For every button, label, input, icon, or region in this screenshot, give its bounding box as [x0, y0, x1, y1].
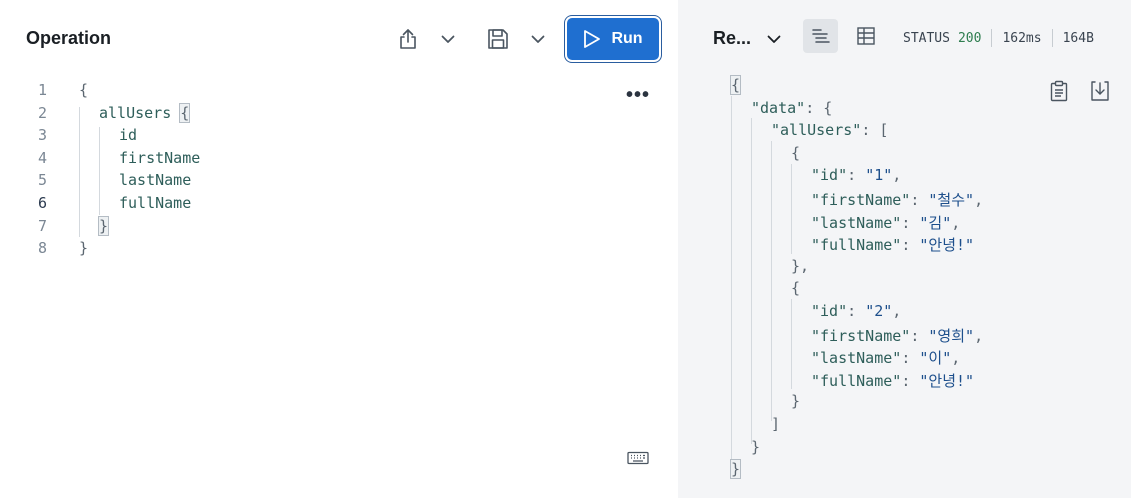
json-token: ]	[771, 414, 781, 433]
play-icon	[583, 29, 601, 49]
json-token: }	[729, 459, 742, 480]
json-line: }	[678, 390, 1131, 413]
text-view-icon[interactable]	[803, 19, 838, 53]
line-number: 5	[37, 171, 47, 190]
status-label: STATUS	[903, 30, 950, 46]
json-line: "firstName": "영희",	[678, 323, 1131, 346]
json-token: }	[751, 437, 761, 456]
json-line: "data": {	[678, 97, 1131, 120]
table-view-icon[interactable]	[848, 19, 883, 53]
response-panel: Re... STATUS 200 162ms 164B {"data": {…	[678, 0, 1131, 498]
json-line: {	[678, 142, 1131, 165]
json-line: {	[678, 277, 1131, 300]
json-token: "lastName": "김",	[811, 213, 961, 232]
status-code: 200	[957, 30, 982, 46]
line-number: 6	[37, 193, 47, 212]
response-title[interactable]: Re...	[713, 28, 751, 49]
code-text: allUsers {	[99, 102, 191, 123]
code-text: }	[79, 239, 89, 258]
save-icon[interactable]	[486, 27, 510, 51]
run-button[interactable]: Run	[567, 18, 659, 60]
json-line: },	[678, 255, 1131, 278]
json-token: "id": "2",	[811, 301, 902, 320]
json-line: "id": "1",	[678, 164, 1131, 187]
json-line: "id": "2",	[678, 300, 1131, 323]
code-text: }	[97, 215, 110, 236]
json-token: "data": {	[751, 98, 833, 117]
editor-line: 7 }	[0, 215, 678, 238]
editor-line: 2 allUsers {	[0, 102, 678, 125]
json-line: "lastName": "김",	[678, 210, 1131, 233]
code-text: {	[79, 81, 89, 99]
code-text: lastName	[119, 171, 192, 190]
response-dropdown-chevron-icon[interactable]	[764, 29, 784, 49]
json-token: "lastName": "이",	[811, 349, 961, 368]
line-number: 4	[37, 148, 47, 167]
json-token: "fullName": "안녕!"	[811, 371, 975, 390]
json-token: "fullName": "안녕!"	[811, 236, 975, 255]
json-line: "lastName": "이",	[678, 345, 1131, 368]
json-line: "allUsers": [	[678, 119, 1131, 142]
operation-editor[interactable]: 1 { 2 allUsers { 3 id 4 firstName 5 last…	[0, 79, 678, 260]
json-token: "allUsers": [	[771, 121, 889, 140]
line-number: 3	[37, 126, 47, 145]
json-token: {	[791, 279, 801, 298]
response-size: 164B	[1062, 30, 1094, 46]
run-button-label: Run	[611, 30, 643, 47]
json-line: }	[678, 436, 1131, 459]
line-number: 7	[37, 216, 47, 235]
json-line: "fullName": "안녕!"	[678, 232, 1131, 255]
json-token: "firstName": "철수",	[811, 190, 984, 209]
save-dropdown-chevron-icon[interactable]	[528, 29, 548, 49]
response-status: STATUS 200 162ms 164B	[903, 29, 1094, 47]
keyboard-icon[interactable]	[627, 451, 649, 470]
share-dropdown-chevron-icon[interactable]	[438, 29, 458, 49]
code-text: firstName	[119, 148, 201, 167]
json-token: "firstName": "영희",	[811, 326, 984, 345]
editor-line: 5 lastName	[0, 169, 678, 192]
line-number: 1	[37, 81, 47, 99]
editor-line: 3 id	[0, 124, 678, 147]
json-line: "fullName": "안녕!"	[678, 368, 1131, 391]
matching-bracket: {	[179, 102, 191, 123]
operation-panel: Operation Run ••• 1 { 2 allUsers {3 id …	[0, 0, 678, 498]
response-time: 162ms	[1002, 30, 1042, 46]
divider	[991, 29, 993, 47]
editor-line: 4 firstName	[0, 147, 678, 170]
json-token: "id": "1",	[811, 166, 902, 185]
divider	[1051, 29, 1053, 47]
code-text: fullName	[119, 193, 192, 212]
editor-line: 1 {	[0, 79, 678, 102]
json-line: }	[678, 458, 1131, 481]
code-text: id	[119, 126, 138, 145]
share-icon[interactable]	[396, 27, 420, 51]
line-number: 2	[37, 103, 47, 122]
json-line: "firstName": "철수",	[678, 187, 1131, 210]
json-line: {	[678, 74, 1131, 97]
json-token: }	[791, 392, 801, 411]
json-token: },	[791, 256, 810, 275]
json-line: ]	[678, 413, 1131, 436]
response-json-viewer: { "data": { "allUsers": [ { "id": "1", "…	[678, 74, 1131, 481]
editor-line: 8 }	[0, 237, 678, 260]
field-allusers: allUsers {	[99, 102, 191, 123]
json-token: {	[791, 143, 801, 162]
line-number: 8	[37, 239, 47, 258]
operation-title: Operation	[26, 28, 112, 48]
editor-line: 6 fullName	[0, 192, 678, 215]
json-token: {	[729, 75, 742, 95]
